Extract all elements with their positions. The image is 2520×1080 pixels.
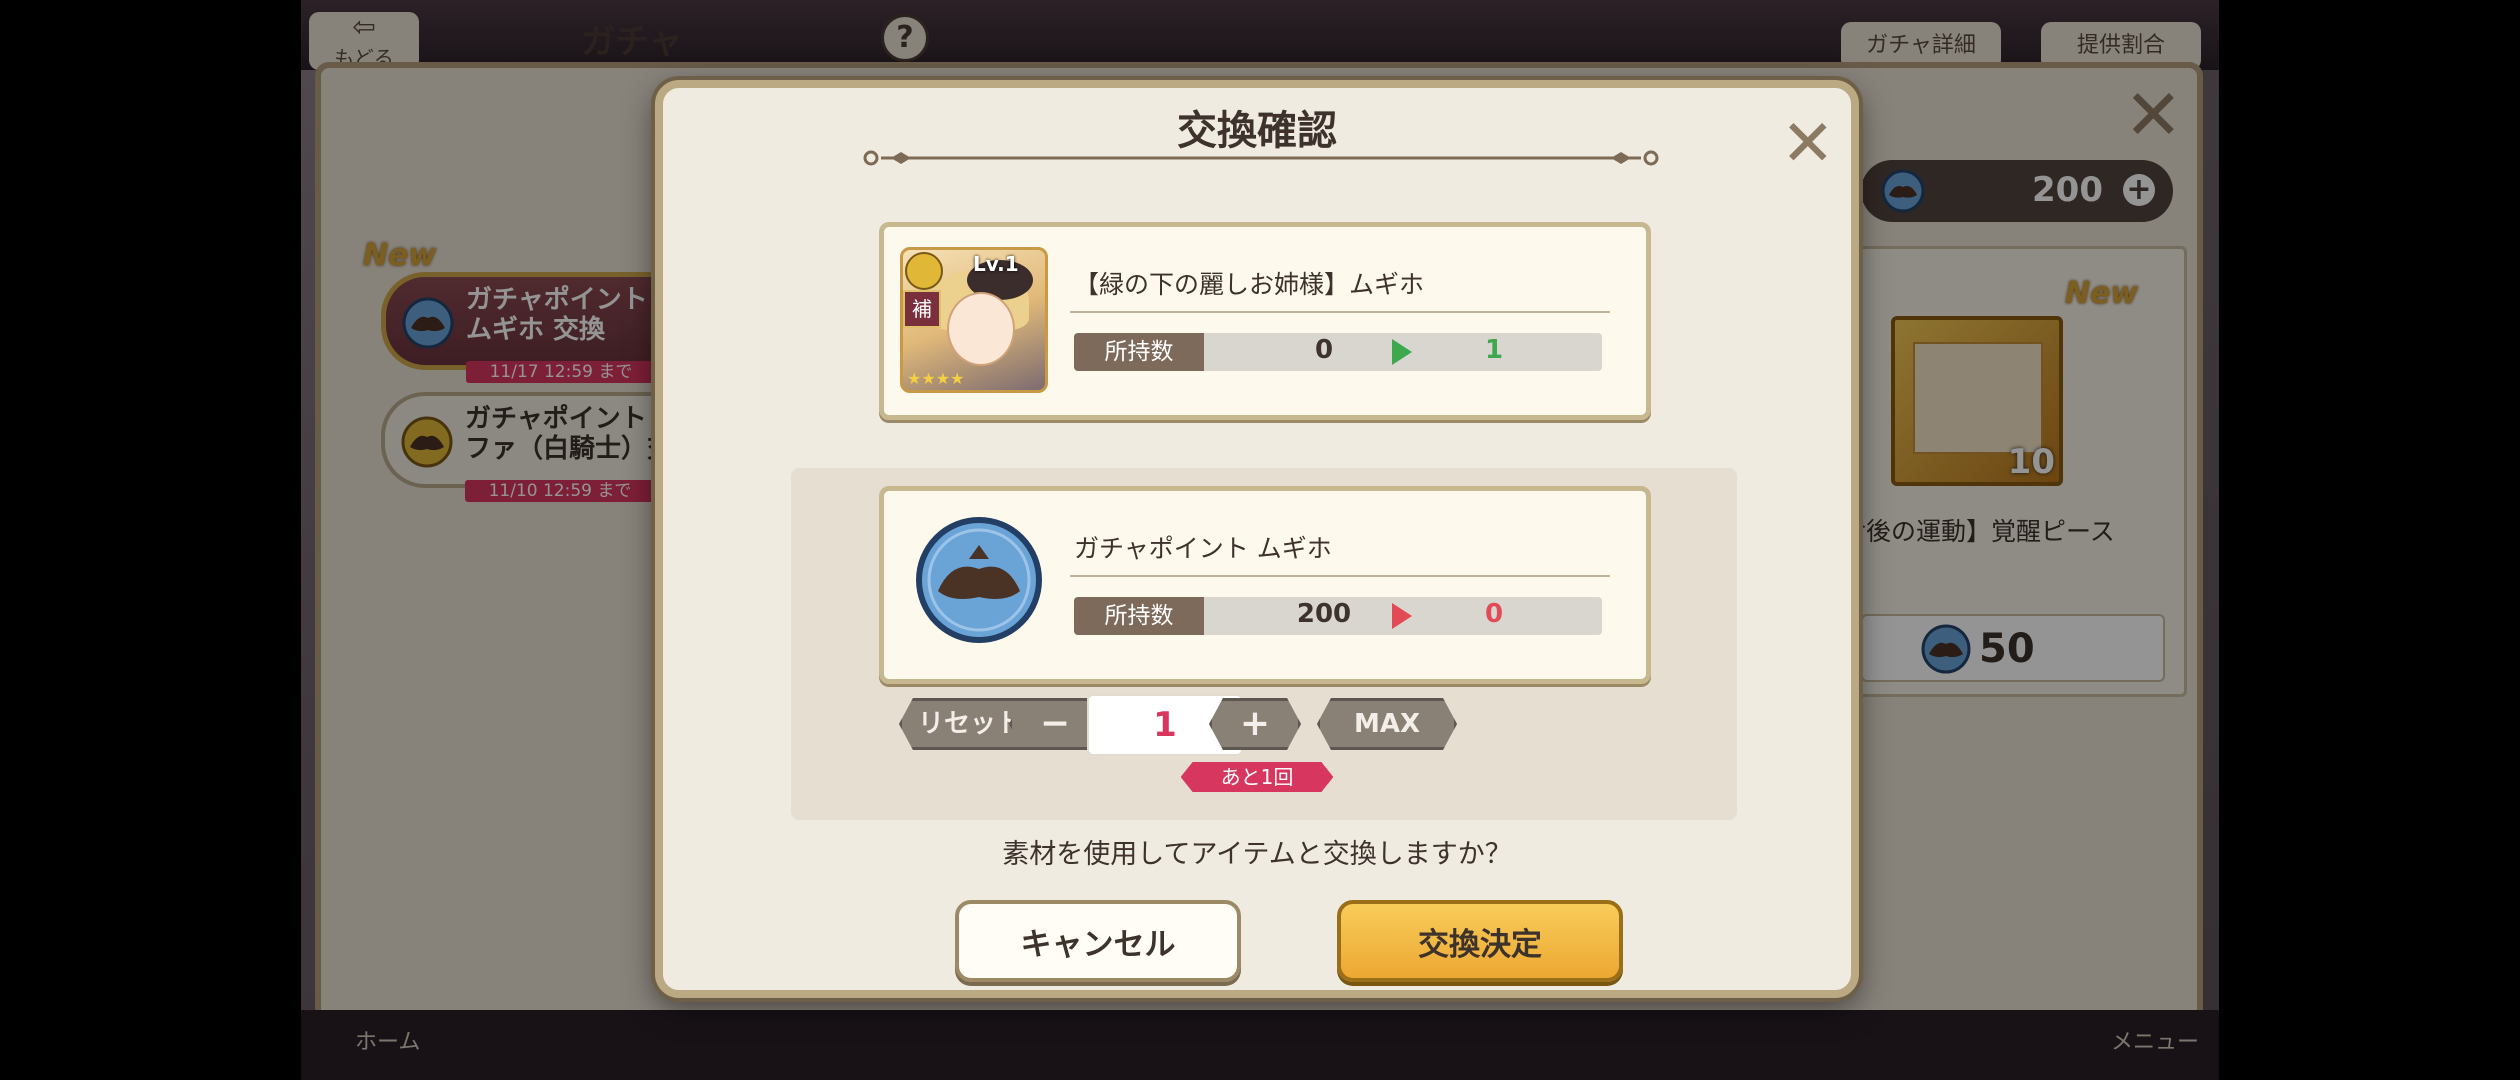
cost-owned-bar: 所持数 200 0 — [1074, 597, 1602, 635]
character-portrait: Lv.1 補 ★★★★ — [900, 247, 1048, 393]
reward-name: 【緑の下の麗しお姉様】ムギホ — [1074, 270, 1425, 299]
remaining-count: あと1回 — [1181, 762, 1334, 792]
owned-after: 1 — [1484, 335, 1504, 365]
increase-arrow-icon — [1392, 339, 1412, 365]
increase-quantity-button[interactable]: + — [1209, 698, 1301, 750]
divider — [1070, 575, 1610, 577]
cost-item-card: ガチャポイント ムギホ 所持数 200 0 — [879, 486, 1651, 684]
portrait-face — [947, 292, 1015, 366]
decrease-arrow-icon — [1392, 603, 1412, 629]
title-ornament — [863, 150, 1659, 166]
max-quantity-button[interactable]: MAX — [1317, 698, 1457, 750]
reward-owned-bar: 所持数 0 1 — [1074, 333, 1602, 371]
reward-item-card: Lv.1 補 ★★★★ 【緑の下の麗しお姉様】ムギホ 所持数 0 1 — [879, 222, 1651, 420]
game-screen: ⇦ もどる ガチャ ? ガチャ詳細 提供割合 ✕ 200 + New ガチャポイ… — [301, 0, 2219, 1080]
remaining-badge: あと1回 — [663, 762, 1851, 792]
owned-label: 所持数 — [1074, 597, 1204, 635]
character-level: Lv.1 — [973, 252, 1019, 276]
confirm-message: 素材を使用してアイテムと交換しますか？ — [1002, 839, 1512, 870]
owned-label: 所持数 — [1074, 333, 1204, 371]
owned-after: 0 — [1484, 599, 1504, 629]
cancel-button[interactable]: キャンセル — [955, 900, 1241, 982]
owned-before: 200 — [1296, 599, 1352, 629]
exchange-confirm-dialog: 交換確認 ✕ Lv.1 補 ★★★★ 【緑の下の麗しお姉様】ムギホ 所持数 0 … — [655, 80, 1859, 998]
close-icon[interactable]: ✕ — [1781, 112, 1835, 176]
rarity-stars-icon: ★★★★ — [907, 369, 965, 388]
attribute-emblem-icon — [905, 252, 943, 290]
role-badge: 補 — [903, 290, 941, 328]
gacha-point-coin-icon — [916, 517, 1042, 643]
cost-name: ガチャポイント ムギホ — [1074, 534, 1332, 563]
owned-before: 0 — [1314, 335, 1334, 365]
confirm-exchange-button[interactable]: 交換決定 — [1337, 900, 1623, 982]
divider — [1070, 311, 1610, 313]
dialog-title: 交換確認 — [1177, 108, 1337, 154]
